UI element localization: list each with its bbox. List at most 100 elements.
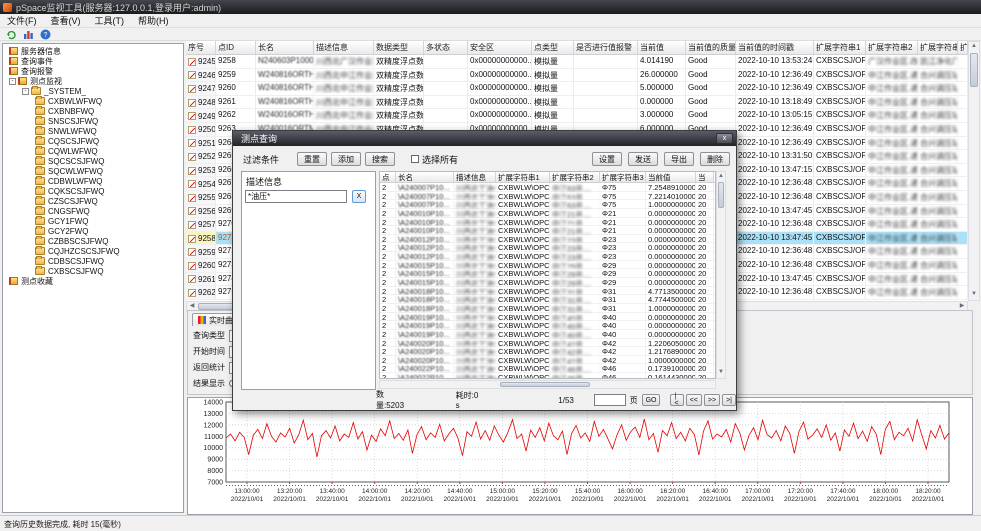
col-header-点类型[interactable]: 点类型 <box>532 41 574 54</box>
col-header-序号[interactable]: 序号 <box>186 41 216 54</box>
dialog-row[interactable]: 2\A240007P10...川西北工油作...CXBWLW\OPC中江63井.… <box>380 192 715 201</box>
tree-item-CQKSCSJFWQ[interactable]: CQKSCSJFWQ <box>3 186 183 196</box>
menu-工具(T)[interactable]: 工具(T) <box>88 13 132 28</box>
dialog-col-扩展字符串3[interactable]: 扩展字符串3 <box>600 172 646 182</box>
dialog-row[interactable]: 2\A240015P10...川西北工油作...CXBWLW\OPC中江29井.… <box>380 278 715 287</box>
col-header-点ID[interactable]: 点ID <box>216 41 256 54</box>
导出-button[interactable]: 导出 <box>664 152 694 166</box>
dialog-col-描述信息[interactable]: 描述信息 <box>454 172 496 182</box>
dialog-vthumb[interactable] <box>718 182 724 208</box>
tree-item-CQSCSJFWQ[interactable]: CQSCSJFWQ <box>3 136 183 146</box>
select-all-checkbox[interactable] <box>411 155 419 163</box>
tree-item-CXBWLWFWQ[interactable]: CXBWLWFWQ <box>3 96 183 106</box>
dialog-row[interactable]: 2\A240015P10...川西北工油作...CXBWLW\OPC中江29井.… <box>380 269 715 278</box>
dialog-row[interactable]: 2\A240020P10...川西北工油作...CXBWLW\OPC中江42井.… <box>380 339 715 348</box>
col-header-是否进行值报警[interactable]: 是否进行值报警 <box>574 41 638 54</box>
tree-item-GCY1FWQ[interactable]: GCY1FWQ <box>3 216 183 226</box>
tree-item-SQCWLWFWQ[interactable]: SQCWLWFWQ <box>3 166 183 176</box>
tree-item-CDBSCSJFWQ[interactable]: CDBSCSJFWQ <box>3 256 183 266</box>
dialog-row[interactable]: 2\A240022P10...川西北工油作...CXBWLW\OPC中江46井.… <box>380 364 715 373</box>
tree-item-CXBSCSJFWQ[interactable]: CXBSCSJFWQ <box>3 266 183 276</box>
page-input[interactable] <box>594 394 626 406</box>
table-row[interactable]: 92459258N240603P10000...川西北广汉作业区凯江净...双精… <box>186 55 968 69</box>
col-header-扩展字符串1[interactable]: 扩展字符串1 <box>814 41 866 54</box>
tree-item-CDBWLWFWQ[interactable]: CDBWLWFWQ <box>3 176 183 186</box>
clear-filter-button[interactable]: X <box>352 190 366 203</box>
删除-button[interactable]: 删除 <box>700 152 730 166</box>
col-header-数据类型[interactable]: 数据类型 <box>374 41 424 54</box>
col-header-多状态[interactable]: 多状态 <box>424 41 468 54</box>
last-page-button[interactable]: >| <box>722 394 736 406</box>
refresh-icon[interactable] <box>6 29 17 40</box>
tree-item-SNWLWFWQ[interactable]: SNWLWFWQ <box>3 126 183 136</box>
dialog-col-扩展字符串2[interactable]: 扩展字符串2 <box>550 172 600 182</box>
dialog-row[interactable]: 2\A240020P10...川西北工油作...CXBWLW\OPC中江42井.… <box>380 356 715 365</box>
dialog-row[interactable]: 2\A240019P10...川西北工油作...CXBWLW\OPC中江40井.… <box>380 330 715 339</box>
dialog-row[interactable]: 2\A240015P10...川西北工油作...CXBWLW\OPC中江29井.… <box>380 261 715 270</box>
vscroll-thumb[interactable] <box>970 53 978 87</box>
help-icon[interactable]: ? <box>40 29 51 40</box>
first-page-button[interactable]: |< <box>670 394 683 406</box>
menu-帮助(H)[interactable]: 帮助(H) <box>131 13 176 28</box>
dialog-row[interactable]: 2\A240018P10...川西北工油作...CXBWLW\OPC中江31井.… <box>380 304 715 313</box>
dialog-col-当前值[interactable]: 当前值 <box>646 172 696 182</box>
dialog-hscrollbar[interactable] <box>379 380 716 389</box>
dialog-col-长名[interactable]: 长名 <box>396 172 454 182</box>
tree-item-SQCSCSJFWQ[interactable]: SQCSCSJFWQ <box>3 156 183 166</box>
menu-查看(V)[interactable]: 查看(V) <box>44 13 88 28</box>
chart-tool-icon[interactable] <box>23 29 34 40</box>
col-header-描述信息[interactable]: 描述信息 <box>314 41 374 54</box>
col-header-当前值[interactable]: 当前值 <box>638 41 686 54</box>
table-row[interactable]: 92479260W240816ORTHO...川西北中江作业区调压站...双精度… <box>186 82 968 96</box>
col-header-扩展字符串3[interactable]: 扩展字符串3 <box>918 41 958 54</box>
expand-toggle-icon[interactable]: - <box>22 88 29 95</box>
dialog-row[interactable]: 2\A240010P10...川西北工油作...CXBWLW\OPC中江21井.… <box>380 218 715 227</box>
dialog-row[interactable]: 2\A240012P10...川西北工油作...CXBWLW\OPC中江23井.… <box>380 235 715 244</box>
dialog-row[interactable]: 2\A240010P10...川西北工油作...CXBWLW\OPC中江21井.… <box>380 226 715 235</box>
dialog-row[interactable]: 2\A240010P10...川西北工油作...CXBWLW\OPC中江21井.… <box>380 209 715 218</box>
tree-item-CZBBSCSJFWQ[interactable]: CZBBSCSJFWQ <box>3 236 183 246</box>
dialog-row[interactable]: 2\A240012P10...川西北工油作...CXBWLW\OPC中江23井.… <box>380 243 715 252</box>
col-header-安全区[interactable]: 安全区 <box>468 41 532 54</box>
tree-item-CQWLWFWQ[interactable]: CQWLWFWQ <box>3 146 183 156</box>
tree-item-测点收藏[interactable]: 测点收藏 <box>3 276 183 286</box>
设置-button[interactable]: 设置 <box>592 152 622 166</box>
tree-item-SNSCSJFWQ[interactable]: SNSCSJFWQ <box>3 116 183 126</box>
dialog-row[interactable]: 2\A240012P10...川西北工油作...CXBWLW\OPC中江23井.… <box>380 252 715 261</box>
dialog-scroll-up[interactable]: ▲ <box>716 172 726 182</box>
table-row[interactable]: 92499262W240016ORTHO...川西北中江作业区调压站...双精度… <box>186 109 968 123</box>
搜索-button[interactable]: 搜索 <box>365 152 395 166</box>
tree-item-_SYSTEM_[interactable]: -_SYSTEM_ <box>3 86 183 96</box>
col-header-扩展字符串2[interactable]: 扩展字符串2 <box>866 41 918 54</box>
dialog-row[interactable]: 2\A240019P10...川西北工油作...CXBWLW\OPC中江40井.… <box>380 313 715 322</box>
dialog-row[interactable]: 2\A240022P10...川西北工油作...CXBWLW\OPC中江46井.… <box>380 373 715 379</box>
dialog-vscrollbar[interactable]: ▲ ▼ <box>716 171 726 379</box>
tree-item-查询事件[interactable]: 查询事件 <box>3 56 183 66</box>
tree-item-查询报警[interactable]: 查询报警 <box>3 66 183 76</box>
dialog-row[interactable]: 2\A240019P10...川西北工油作...CXBWLW\OPC中江40井.… <box>380 321 715 330</box>
dialog-col-点[interactable]: 点 <box>380 172 396 182</box>
dialog-row[interactable]: 2\A240007P10...川西北工油作...CXBWLW\OPC中江63井.… <box>380 183 715 192</box>
table-row[interactable]: 92469259W240816ORTHO...川西北中江作业区调压站...双精度… <box>186 69 968 83</box>
dialog-col-当[interactable]: 当 <box>696 172 714 182</box>
tree-item-CNGSFWQ[interactable]: CNGSFWQ <box>3 206 183 216</box>
tree-item-服务器信息[interactable]: 服务器信息 <box>3 46 183 56</box>
dialog-hthumb[interactable] <box>500 382 590 387</box>
table-row[interactable]: 92489261W240816ORTHO...川西北中江作业区调压站...双精度… <box>186 96 968 110</box>
col-header-当前值的时间戳[interactable]: 当前值的时间戳 <box>736 41 814 54</box>
filter-input[interactable]: *油压* <box>245 190 347 203</box>
col-header-扩[interactable]: 扩 <box>958 41 968 54</box>
dialog-row[interactable]: 2\A240007P10...川西北工油作...CXBWLW\OPC中江63井.… <box>380 200 715 209</box>
prev-page-button[interactable]: << <box>686 394 702 406</box>
tree-item-测点监视[interactable]: -测点监视 <box>3 76 183 86</box>
发送-button[interactable]: 发送 <box>628 152 658 166</box>
expand-toggle-icon[interactable]: - <box>9 78 16 85</box>
tree-item-GCY2FWQ[interactable]: GCY2FWQ <box>3 226 183 236</box>
dialog-row[interactable]: 2\A240020P10...川西北工油作...CXBWLW\OPC中江42井.… <box>380 347 715 356</box>
next-page-button[interactable]: >> <box>704 394 720 406</box>
close-icon[interactable]: x <box>716 133 733 144</box>
col-header-当前值的质量戳[interactable]: 当前值的质量戳 <box>686 41 736 54</box>
tree-item-CQJHZCSCSJFWQ[interactable]: CQJHZCSCSJFWQ <box>3 246 183 256</box>
dialog-col-扩展字符串1[interactable]: 扩展字符串1 <box>496 172 550 182</box>
dialog-scroll-down[interactable]: ▼ <box>716 368 726 378</box>
